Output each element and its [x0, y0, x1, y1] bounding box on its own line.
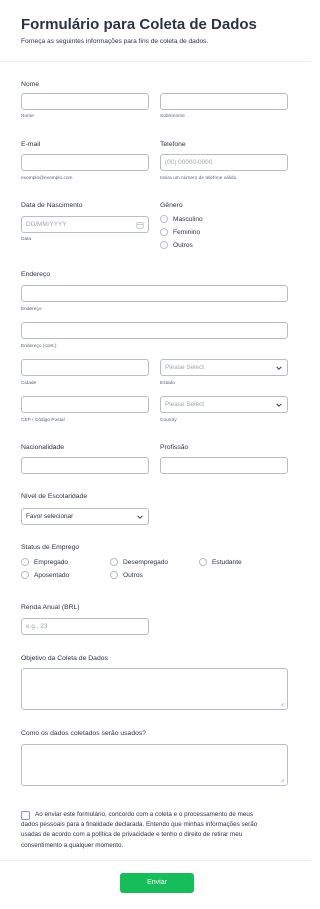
email-sublabel: exemplo@exemplo.com	[21, 176, 73, 181]
emprego-option-estudante[interactable]: Estudante	[199, 558, 242, 566]
cidade-input[interactable]	[21, 359, 149, 376]
country-sublabel: Country	[160, 418, 177, 423]
country-select[interactable]: Please Select	[160, 396, 288, 413]
telefone-sublabel: Insira um número de telefone válido.	[160, 176, 238, 181]
emprego-option-aposentado[interactable]: Aposentado	[21, 571, 69, 579]
renda-input[interactable]: e.g., 23	[21, 618, 149, 635]
emprego-option-desempregado[interactable]: Desempregado	[110, 558, 168, 566]
address-line1-sublabel: Endereço	[21, 307, 42, 312]
profissao-input[interactable]	[160, 457, 288, 474]
cep-input[interactable]	[21, 396, 149, 413]
resize-handle-icon[interactable]	[280, 778, 285, 783]
nome-label: Nome	[21, 81, 40, 88]
estado-sublabel: Estado	[160, 381, 175, 386]
date-sublabel: Data	[21, 237, 32, 242]
uso-label: Como os dados coletados serão usados?	[21, 730, 147, 737]
first-name-input[interactable]	[21, 93, 149, 110]
genero-option-outros[interactable]: Outros	[160, 241, 193, 249]
uso-textarea[interactable]	[21, 744, 288, 786]
header-divider	[0, 61, 310, 62]
form-subtitle: Forneça as seguintes informações para fi…	[21, 38, 209, 45]
footer-divider	[0, 860, 310, 861]
emprego-option-outros[interactable]: Outros	[110, 571, 143, 579]
nacionalidade-input[interactable]	[21, 457, 149, 474]
last-name-input[interactable]	[160, 93, 288, 110]
telefone-label: Telefone	[160, 141, 186, 148]
address-line2-input[interactable]	[21, 322, 288, 339]
chevron-down-icon	[276, 403, 282, 407]
address-line2-sublabel: Endereço (cont.)	[21, 344, 57, 349]
calendar-icon[interactable]	[136, 221, 144, 229]
renda-label: Renda Anual (BRL)	[21, 604, 80, 611]
submit-button[interactable]: Enviar	[120, 873, 194, 893]
objetivo-label: Objetivo da Coleta de Dados	[21, 655, 108, 662]
radio-icon[interactable]	[110, 571, 118, 579]
estado-select[interactable]: Please Select	[160, 359, 288, 376]
nacionalidade-label: Nacionalidade	[21, 444, 65, 451]
form-title: Formulário para Coleta de Dados	[21, 16, 257, 33]
genero-option-feminino[interactable]: Feminino	[160, 228, 200, 236]
first-name-sublabel: Nome	[21, 114, 34, 119]
consent-text: Ao enviar este formulário, concordo com …	[21, 811, 258, 849]
genero-option-masculino[interactable]: Masculino	[160, 215, 203, 223]
radio-icon[interactable]	[160, 215, 168, 223]
radio-icon[interactable]	[160, 228, 168, 236]
date-input[interactable]: DD/MM/YYYY	[21, 216, 149, 233]
radio-icon[interactable]	[21, 558, 29, 566]
profissao-label: Profissão	[160, 444, 189, 451]
cep-sublabel: CEP / Código Postal	[21, 418, 65, 423]
chevron-down-icon	[137, 515, 143, 519]
endereco-label: Endereço	[21, 271, 51, 278]
radio-icon[interactable]	[110, 558, 118, 566]
chevron-down-icon	[276, 366, 282, 370]
emprego-option-empregado[interactable]: Empregado	[21, 558, 68, 566]
radio-icon[interactable]	[199, 558, 207, 566]
objetivo-textarea[interactable]	[21, 668, 288, 710]
address-line1-input[interactable]	[21, 285, 288, 302]
emprego-label: Status de Emprego	[21, 544, 80, 551]
genero-label: Gênero	[160, 202, 183, 209]
cidade-sublabel: Cidade	[21, 381, 37, 386]
last-name-sublabel: Sobrenome	[160, 114, 185, 119]
escolaridade-label: Nível de Escolaridade	[21, 493, 88, 500]
email-input[interactable]	[21, 154, 149, 171]
date-placeholder: DD/MM/YYYY	[26, 221, 67, 228]
email-label: E-mail	[21, 141, 41, 148]
resize-handle-icon[interactable]	[280, 702, 285, 707]
radio-icon[interactable]	[160, 241, 168, 249]
escolaridade-select[interactable]: Favor selecionar	[21, 508, 149, 525]
radio-icon[interactable]	[21, 571, 29, 579]
telefone-input[interactable]: (00) 00000-0000	[160, 154, 288, 171]
nascimento-label: Data de Nascimento	[21, 202, 83, 209]
